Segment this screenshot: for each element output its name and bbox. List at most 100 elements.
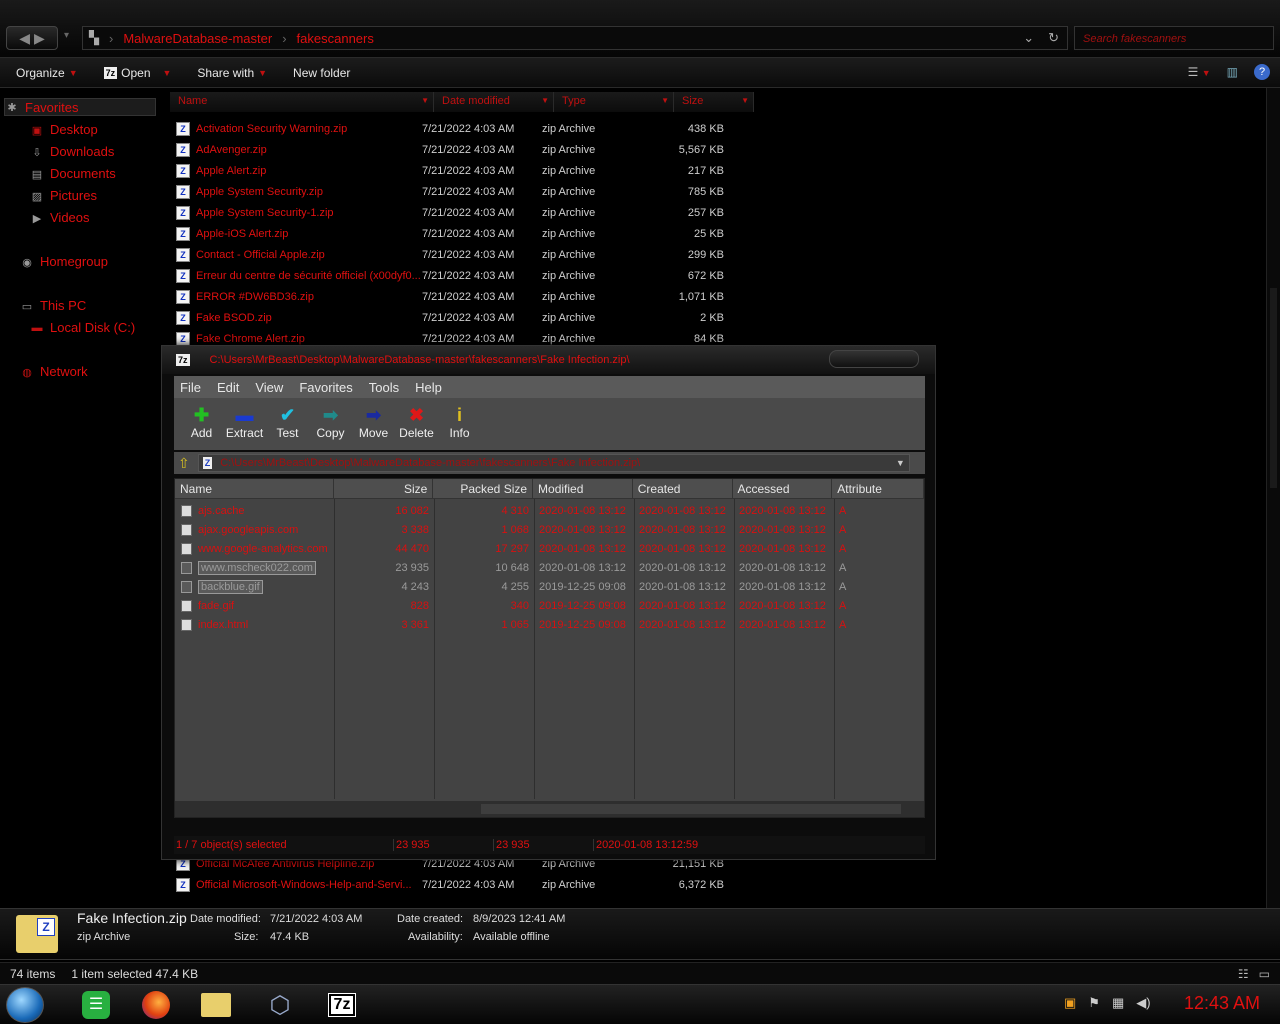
menu-help[interactable]: Help xyxy=(415,380,442,395)
nav-videos[interactable]: ▶ Videos xyxy=(30,210,90,225)
scrollbar-thumb[interactable] xyxy=(481,804,901,814)
network-icon[interactable]: ▦ xyxy=(1112,995,1124,1011)
new-folder-button[interactable]: New folder xyxy=(293,66,350,80)
nav-local-disk[interactable]: ▬ Local Disk (C:) xyxy=(30,320,136,335)
zip-file-icon: Z xyxy=(176,290,190,304)
file-name: Apple System Security-1.zip xyxy=(196,207,334,219)
file-row[interactable]: Z Contact - Official Apple.zip 7/21/2022 4… xyxy=(176,245,724,265)
address-bar[interactable]: ▚ › MalwareDatabase-master › fakescanner… xyxy=(82,26,1068,50)
menu-tools[interactable]: Tools xyxy=(369,380,399,395)
archive-row[interactable]: fade.gif 828 340 2019-12-25 09:08 2020-01-08… xyxy=(175,596,924,615)
archive-row[interactable]: ajs.cache 16 082 4 310 2020-01-08 13:12 2020… xyxy=(175,501,924,520)
preview-pane-icon[interactable]: ▥ xyxy=(1227,65,1238,79)
file-name-cell: Z Erreur du centre de sécurité officiel (… xyxy=(176,269,422,283)
breadcrumb-item[interactable]: MalwareDatabase-master xyxy=(123,31,272,46)
volume-icon[interactable]: ◀) xyxy=(1136,995,1150,1011)
archive-size: 16 082 xyxy=(395,504,429,517)
nav-this-pc[interactable]: ▭ This PC xyxy=(20,298,86,313)
column-name[interactable]: Name ▼ xyxy=(170,92,434,112)
menu-edit[interactable]: Edit xyxy=(217,380,239,395)
archive-size: 828 xyxy=(410,599,429,612)
horizontal-scrollbar[interactable] xyxy=(175,801,924,817)
column-name[interactable]: Name xyxy=(175,479,334,498)
chevron-down-icon[interactable]: ⌄ xyxy=(1023,30,1034,46)
column-type[interactable]: Type ▼ xyxy=(554,92,674,112)
view-toggle[interactable]: ☷ ▭ xyxy=(1238,967,1270,981)
vertical-scrollbar[interactable] xyxy=(1266,88,1280,908)
7zip-address-field[interactable]: Z C:\Users\MrBeast\Desktop\MalwareDataba… xyxy=(197,454,910,472)
nav-desktop[interactable]: ▣ Desktop xyxy=(30,122,98,137)
taskbar-7zip[interactable]: 7z xyxy=(322,989,362,1021)
column-created[interactable]: Created xyxy=(633,479,733,498)
flag-icon[interactable]: ⚑ xyxy=(1088,995,1100,1011)
nav-label: Downloads xyxy=(50,144,115,159)
tray-app-icon[interactable]: ▣ xyxy=(1064,995,1076,1011)
refresh-icon[interactable]: ↻ xyxy=(1048,30,1059,46)
nav-network[interactable]: ◍ Network xyxy=(20,364,88,379)
file-row[interactable]: Z AdAvenger.zip 7/21/2022 4:03 AM zip Archi… xyxy=(176,140,724,160)
large-icons-view-icon[interactable]: ▭ xyxy=(1259,967,1270,981)
file-row[interactable]: Z Apple System Security-1.zip 7/21/2022 4:… xyxy=(176,203,724,223)
window-controls[interactable] xyxy=(829,350,919,368)
organize-button[interactable]: Organize ▼ xyxy=(16,66,78,80)
tool-add-button[interactable]: ✚ Add xyxy=(180,398,223,450)
nav-downloads[interactable]: ⇩ Downloads xyxy=(30,144,114,159)
back-forward-buttons[interactable]: ◀ ▶ xyxy=(6,26,58,50)
file-row[interactable]: Z Apple System Security.zip 7/21/2022 4:03… xyxy=(176,182,724,202)
taskbar-firefox[interactable] xyxy=(136,989,176,1021)
archive-row[interactable]: index.html 3 361 1 065 2019-12-25 09:08 2020… xyxy=(175,615,924,634)
file-row[interactable]: Z Official Microsoft-Windows-Help-and-Ser… xyxy=(176,875,724,895)
details-availability: Available offline xyxy=(473,931,550,943)
taskbar-app-green[interactable]: ☰ xyxy=(76,989,116,1021)
view-options-icon[interactable]: ☰ ▼ xyxy=(1188,65,1211,79)
archive-modified: 2020-01-08 13:12 xyxy=(539,523,626,536)
file-row[interactable]: Z Apple Alert.zip 7/21/2022 4:03 AM zip Arc… xyxy=(176,161,724,181)
column-modified[interactable]: Modified xyxy=(533,479,633,498)
nav-favorites[interactable]: ✱ Favorites xyxy=(4,98,156,116)
menu-view[interactable]: View xyxy=(255,380,283,395)
search-input[interactable]: Search fakescanners xyxy=(1074,26,1274,50)
nav-documents[interactable]: ▤ Documents xyxy=(30,166,116,181)
file-row[interactable]: Z Erreur du centre de sécurité officiel (… xyxy=(176,266,724,286)
file-row[interactable]: Z Activation Security Warning.zip 7/21/202… xyxy=(176,119,724,139)
help-icon[interactable]: ? xyxy=(1254,64,1270,80)
taskbar-explorer[interactable] xyxy=(196,989,236,1021)
scrollbar-thumb[interactable] xyxy=(1270,288,1277,488)
column-accessed[interactable]: Accessed xyxy=(733,479,833,498)
breadcrumb-item[interactable]: fakescanners xyxy=(297,31,374,46)
column-attribute[interactable]: Attribute xyxy=(832,479,924,498)
file-row[interactable]: Z Apple-iOS Alert.zip 7/21/2022 4:03 AM zip… xyxy=(176,224,724,244)
tool-delete-button[interactable]: ✖ Delete xyxy=(395,398,438,450)
archive-item-name: index.html xyxy=(198,618,249,631)
menu-file[interactable]: File xyxy=(180,380,201,395)
tool-test-button[interactable]: ✔ Test xyxy=(266,398,309,450)
archive-row[interactable]: ajax.googleapis.com 3 338 1 068 2020-01-08 … xyxy=(175,520,924,539)
tool-extract-button[interactable]: ▬ Extract xyxy=(223,398,266,450)
archive-row[interactable]: backblue.gif 4 243 4 255 2019-12-25 09:08 20… xyxy=(175,577,924,596)
details-view-icon[interactable]: ☷ xyxy=(1238,967,1249,981)
nav-homegroup[interactable]: ◉ Homegroup xyxy=(20,254,108,269)
start-button[interactable] xyxy=(6,987,44,1023)
clock[interactable]: 12:43 AM xyxy=(1184,993,1260,1014)
taskbar-virtualbox[interactable]: ⬡ xyxy=(260,989,300,1021)
tool-info-button[interactable]: i Info xyxy=(438,398,481,450)
open-button[interactable]: 7z Open ▼ xyxy=(103,66,171,80)
tool-copy-button[interactable]: ➡ Copy xyxy=(309,398,352,450)
column-size[interactable]: Size ▼ xyxy=(674,92,754,112)
file-row[interactable]: Z Fake BSOD.zip 7/21/2022 4:03 AM zip Archi… xyxy=(176,308,724,328)
recent-pages-icon[interactable]: ▾ xyxy=(64,30,69,41)
7zip-titlebar[interactable]: 7z C:\Users\MrBeast\Desktop\MalwareDatab… xyxy=(162,346,935,374)
file-row[interactable]: Z ERROR #DW6BD36.zip 7/21/2022 4:03 AM zip … xyxy=(176,287,724,307)
archive-row[interactable]: www.mscheck022.com 23 935 10 648 2020-01-08… xyxy=(175,558,924,577)
tool-move-button[interactable]: ➡ Move xyxy=(352,398,395,450)
explorer-statusbar: 74 items 1 item selected 47.4 KB ☷ ▭ xyxy=(0,962,1280,984)
column-packed-size[interactable]: Packed Size xyxy=(433,479,534,498)
share-with-label: Share with xyxy=(197,65,255,80)
folder-up-icon[interactable]: ⇧ xyxy=(178,455,190,472)
menu-favorites[interactable]: Favorites xyxy=(299,380,352,395)
share-with-button[interactable]: Share with ▼ xyxy=(197,66,267,80)
nav-pictures[interactable]: ▨ Pictures xyxy=(30,188,97,203)
archive-row[interactable]: www.google-analytics.com 44 470 17 297 2020… xyxy=(175,539,924,558)
column-date[interactable]: Date modified ▼ xyxy=(434,92,554,112)
column-size[interactable]: Size xyxy=(334,479,434,498)
